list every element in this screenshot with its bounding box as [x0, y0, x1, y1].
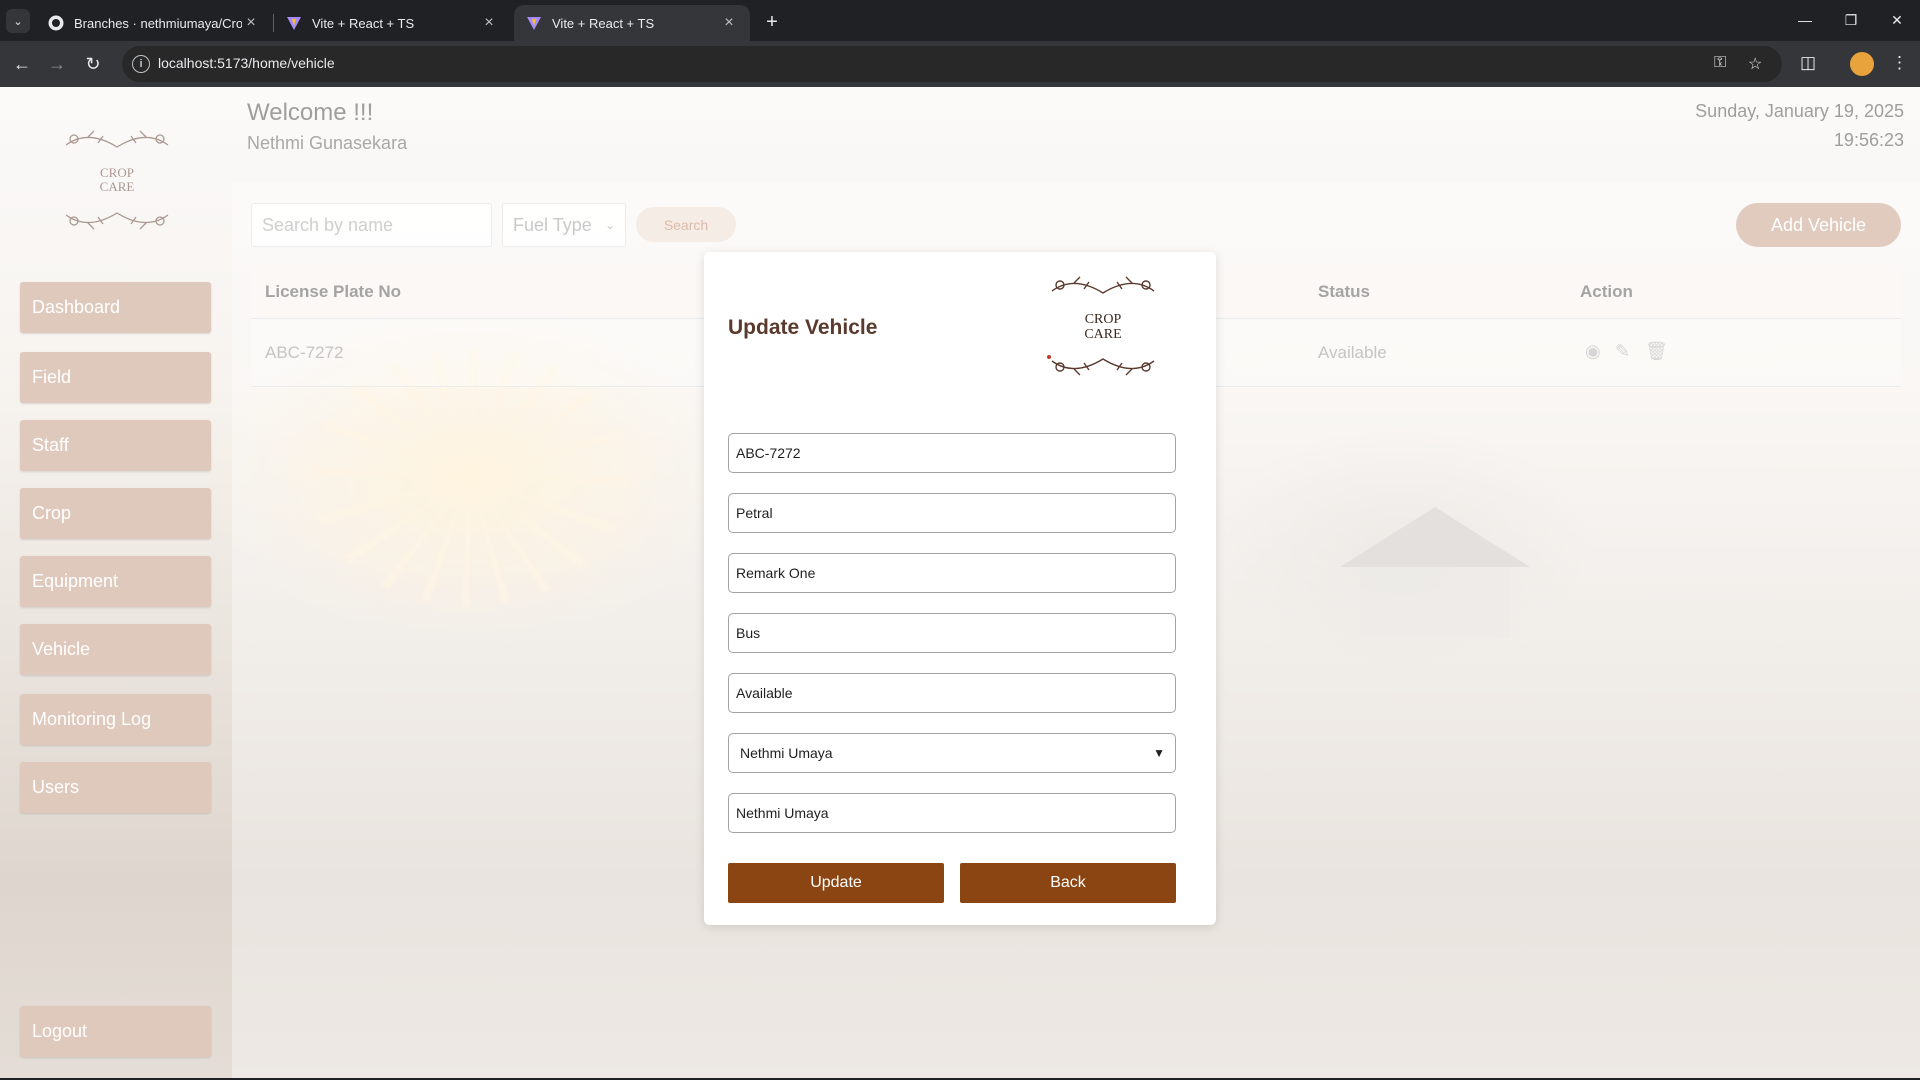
new-tab-plus-icon[interactable]: +	[758, 8, 786, 36]
vite-icon	[287, 17, 301, 30]
sidebar-item-vehicle[interactable]: Vehicle	[20, 624, 211, 675]
fuel-type-select[interactable]: Fuel Type ⌄	[502, 203, 626, 247]
remarks-field[interactable]: Remark One	[728, 553, 1176, 593]
fuel-type-field[interactable]: Petral	[728, 493, 1176, 533]
sidebar-item-monitoring-log[interactable]: Monitoring Log	[20, 694, 211, 745]
forward-arrow-icon[interactable]: →	[42, 49, 72, 79]
profile-avatar[interactable]	[1850, 52, 1874, 76]
search-button[interactable]: Search	[636, 207, 736, 242]
crop-care-logo: CROP CARE	[1047, 276, 1155, 376]
url-text[interactable]: localhost:5173/home/vehicle	[158, 55, 335, 71]
sidebar-item-users[interactable]: Users	[20, 762, 211, 813]
tab-title: Branches · nethmiumaya/CropC	[74, 15, 242, 31]
sidebar-item-crop[interactable]: Crop	[20, 488, 211, 539]
extensions-puzzle-icon[interactable]: ◫	[1800, 53, 1816, 73]
search-input[interactable]	[251, 203, 492, 247]
license-plate-field[interactable]: ABC-7272	[728, 433, 1176, 473]
sidebar-item-field[interactable]: Field	[20, 352, 211, 403]
logo-text-crop: CROP	[100, 165, 134, 180]
status-field[interactable]: Available	[728, 673, 1176, 713]
logo-text-care: CARE	[100, 179, 135, 194]
chevron-down-icon: ▼	[1153, 746, 1165, 760]
page-viewport: CROP CARE Dashboard Field Staff Crop Equ…	[0, 87, 1920, 1078]
fuel-type-label: Fuel Type	[513, 214, 592, 235]
current-date: Sunday, January 19, 2025	[1695, 101, 1904, 121]
welcome-heading: Welcome !!!	[247, 99, 374, 126]
update-vehicle-modal: Update Vehicle CROP CARE ABC-7272 Petral…	[704, 252, 1216, 925]
browser-tab-vite-1[interactable]: Vite + React + TS ×	[274, 5, 510, 41]
column-license-plate: License Plate No	[265, 282, 402, 301]
modal-title: Update Vehicle	[728, 316, 878, 339]
browser-toolbar: ← → ↻ i localhost:5173/home/vehicle ⚿ ☆ …	[0, 41, 1920, 87]
bookmark-star-icon[interactable]: ☆	[1748, 54, 1762, 74]
tab-close-icon[interactable]: ×	[480, 14, 498, 32]
browser-tab-bar: ⌄ Branches · nethmiumaya/CropC × Vite + …	[0, 0, 1920, 41]
add-vehicle-button[interactable]: Add Vehicle	[1736, 203, 1901, 247]
category-field[interactable]: Bus	[728, 613, 1176, 653]
sidebar: CROP CARE Dashboard Field Staff Crop Equ…	[0, 87, 230, 1078]
restore-icon[interactable]: ❐	[1828, 0, 1874, 40]
back-arrow-icon[interactable]: ←	[7, 49, 37, 79]
menu-kebab-icon[interactable]: ⋮	[1891, 53, 1908, 73]
logout-button[interactable]: Logout	[20, 1006, 211, 1057]
staff-name-field[interactable]: Nethmi Umaya	[728, 793, 1176, 833]
tab-search-chevron-icon[interactable]: ⌄	[6, 9, 30, 33]
browser-tab-vite-active[interactable]: Vite + React + TS ×	[514, 5, 750, 41]
logo-text-crop: CROP	[1085, 312, 1122, 327]
edit-pencil-icon[interactable]: ✎	[1615, 341, 1630, 362]
address-bar[interactable]: i localhost:5173/home/vehicle ⚿ ☆	[122, 46, 1782, 82]
staff-select[interactable]: Nethmi Umaya ▼	[728, 733, 1176, 773]
reload-icon[interactable]: ↻	[78, 49, 108, 79]
site-info-icon[interactable]: i	[132, 55, 150, 73]
update-button[interactable]: Update	[728, 863, 944, 903]
view-eye-icon[interactable]: ◉	[1585, 341, 1601, 362]
user-name: Nethmi Gunasekara	[247, 133, 408, 153]
delete-trash-icon[interactable]: 🗑	[1645, 341, 1668, 362]
current-time: 19:56:23	[1833, 130, 1904, 150]
column-action: Action	[1580, 282, 1633, 301]
vite-icon	[527, 17, 541, 30]
tab-close-icon[interactable]: ×	[242, 14, 260, 32]
tab-title: Vite + React + TS	[552, 15, 655, 31]
column-status: Status	[1318, 282, 1370, 301]
tab-close-icon[interactable]: ×	[720, 14, 738, 32]
crop-care-logo: CROP CARE	[65, 130, 169, 230]
sidebar-item-dashboard[interactable]: Dashboard	[20, 282, 211, 333]
tab-title: Vite + React + TS	[312, 15, 415, 31]
sidebar-item-equipment[interactable]: Equipment	[20, 556, 211, 607]
logo-text-care: CARE	[1084, 327, 1121, 342]
browser-tab-github[interactable]: Branches · nethmiumaya/CropC ×	[36, 5, 272, 41]
window-close-icon[interactable]: ✕	[1874, 0, 1920, 40]
password-key-icon[interactable]: ⚿	[1714, 54, 1726, 72]
staff-select-value: Nethmi Umaya	[740, 745, 833, 761]
sidebar-item-staff[interactable]: Staff	[20, 420, 211, 471]
chevron-down-icon: ⌄	[604, 218, 615, 232]
cell-license-plate: ABC-7272	[265, 343, 344, 362]
cell-status: Available	[1318, 343, 1387, 362]
github-icon	[48, 15, 64, 31]
minimize-icon[interactable]: —	[1782, 0, 1828, 40]
back-button[interactable]: Back	[960, 863, 1176, 903]
